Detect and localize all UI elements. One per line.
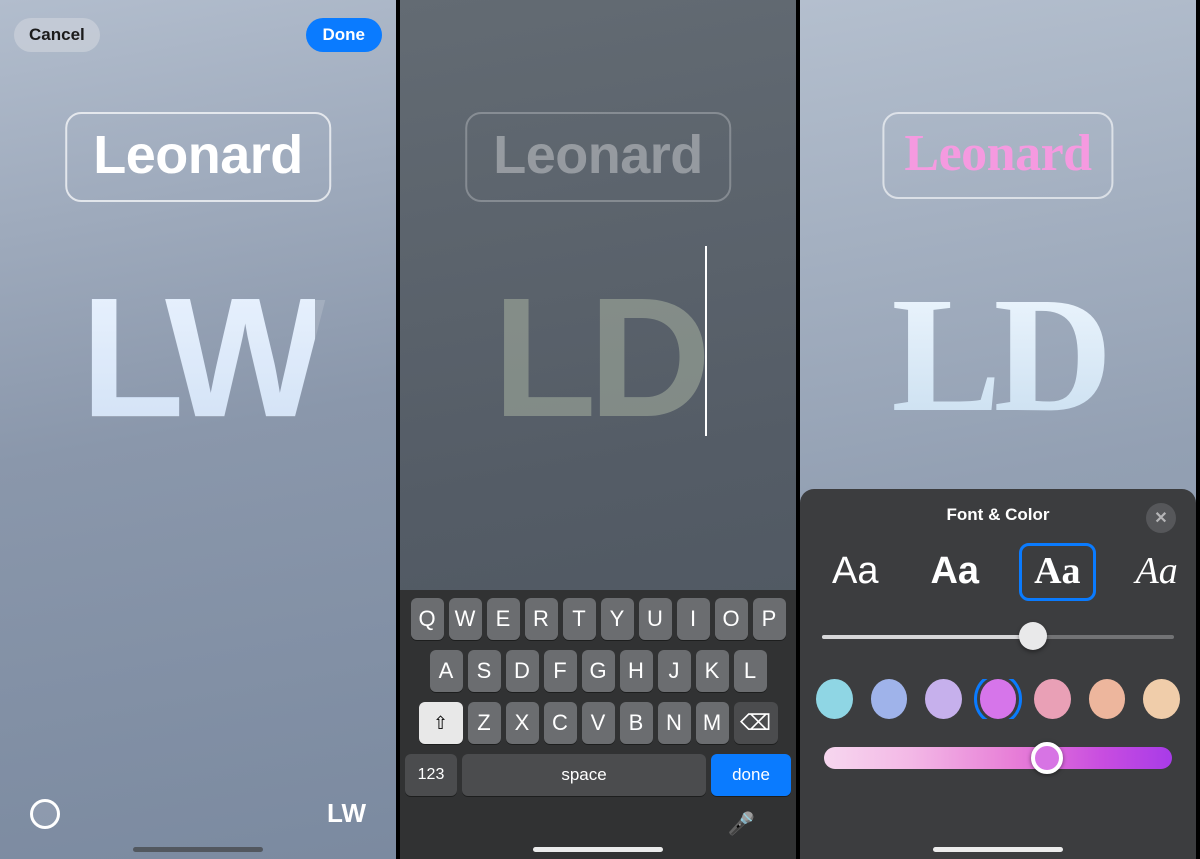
color-swatch-1[interactable] xyxy=(871,679,908,719)
bottom-options: LW xyxy=(0,798,396,829)
slider-thumb[interactable] xyxy=(1019,622,1047,650)
key-x[interactable]: X xyxy=(506,702,539,744)
color-swatch-4[interactable] xyxy=(1034,679,1071,719)
monogram-preview[interactable]: LD xyxy=(400,260,796,456)
name-text: Leonard xyxy=(493,124,703,186)
name-field[interactable]: Leonard xyxy=(465,112,731,202)
topbar: Cancel Done xyxy=(0,0,396,52)
color-swatch-0[interactable] xyxy=(816,679,853,719)
monogram-editor-default: Cancel Done Leonard LW LW xyxy=(0,0,400,859)
key-z[interactable]: Z xyxy=(468,702,501,744)
key-m[interactable]: M xyxy=(696,702,729,744)
color-swatch-6[interactable] xyxy=(1143,679,1180,719)
keyboard-done-key[interactable]: done xyxy=(711,754,791,796)
size-slider[interactable] xyxy=(822,627,1174,647)
font-options-row: Aa Aa Aa Aa xyxy=(814,543,1182,601)
dictation-icon[interactable]: 🎤 xyxy=(728,811,755,837)
color-swatch-2[interactable] xyxy=(925,679,962,719)
font-option-0[interactable]: Aa xyxy=(820,546,890,598)
key-d[interactable]: D xyxy=(506,650,539,692)
key-t[interactable]: T xyxy=(563,598,596,640)
monogram-preview: LD xyxy=(800,260,1196,450)
key-l[interactable]: L xyxy=(734,650,767,692)
sheet-title: Font & Color xyxy=(947,505,1050,525)
font-option-2[interactable]: Aa xyxy=(1019,543,1095,601)
key-p[interactable]: P xyxy=(753,598,786,640)
key-r[interactable]: R xyxy=(525,598,558,640)
done-button[interactable]: Done xyxy=(306,18,383,52)
home-indicator xyxy=(933,847,1063,852)
monogram-editor-style: Leonard LD Font & Color ✕ Aa Aa Aa Aa xyxy=(800,0,1200,859)
key-o[interactable]: O xyxy=(715,598,748,640)
color-swatches-row xyxy=(814,679,1182,719)
color-swatch-5[interactable] xyxy=(1089,679,1126,719)
close-icon[interactable]: ✕ xyxy=(1146,503,1176,533)
key-v[interactable]: V xyxy=(582,702,615,744)
monogram-preview: LW xyxy=(0,260,396,456)
key-h[interactable]: H xyxy=(620,650,653,692)
key-n[interactable]: N xyxy=(658,702,691,744)
key-c[interactable]: C xyxy=(544,702,577,744)
font-option-3[interactable]: Aa xyxy=(1124,546,1182,598)
keyboard: QWERTYUIOP ASDFGHJKL ⇧ ZXCVBNM ⌫ 123 spa… xyxy=(400,590,796,859)
home-indicator xyxy=(533,847,663,852)
key-a[interactable]: A xyxy=(430,650,463,692)
font-option-1[interactable]: Aa xyxy=(918,546,991,598)
pose-option-ring[interactable] xyxy=(30,799,60,829)
backspace-key[interactable]: ⌫ xyxy=(734,702,778,744)
text-cursor xyxy=(705,246,707,436)
monogram-editor-typing: Leonard LD QWERTYUIOP ASDFGHJKL ⇧ ZXCVBN… xyxy=(400,0,800,859)
space-key[interactable]: space xyxy=(462,754,706,796)
home-indicator xyxy=(133,847,263,852)
monogram-large: LW xyxy=(81,263,316,453)
shift-key[interactable]: ⇧ xyxy=(419,702,463,744)
key-s[interactable]: S xyxy=(468,650,501,692)
name-field[interactable]: Leonard xyxy=(882,112,1113,199)
monogram-large: LD xyxy=(891,263,1104,446)
monogram-large: LD xyxy=(493,263,704,453)
monogram-option-text[interactable]: LW xyxy=(327,798,366,829)
key-i[interactable]: I xyxy=(677,598,710,640)
slider-fill xyxy=(822,635,1033,639)
key-e[interactable]: E xyxy=(487,598,520,640)
key-f[interactable]: F xyxy=(544,650,577,692)
name-text: Leonard xyxy=(93,124,303,186)
key-b[interactable]: B xyxy=(620,702,653,744)
key-g[interactable]: G xyxy=(582,650,615,692)
font-color-sheet: Font & Color ✕ Aa Aa Aa Aa xyxy=(800,489,1196,859)
name-text: Leonard xyxy=(904,124,1091,183)
key-q[interactable]: Q xyxy=(411,598,444,640)
hue-thumb[interactable] xyxy=(1031,742,1063,774)
key-k[interactable]: K xyxy=(696,650,729,692)
name-field[interactable]: Leonard xyxy=(65,112,331,202)
key-u[interactable]: U xyxy=(639,598,672,640)
key-y[interactable]: Y xyxy=(601,598,634,640)
numbers-key[interactable]: 123 xyxy=(405,754,457,796)
key-w[interactable]: W xyxy=(449,598,482,640)
key-j[interactable]: J xyxy=(658,650,691,692)
cancel-button[interactable]: Cancel xyxy=(14,18,100,52)
hue-slider[interactable] xyxy=(824,747,1172,769)
sheet-header: Font & Color ✕ xyxy=(814,505,1182,525)
color-swatch-3[interactable] xyxy=(980,679,1017,719)
